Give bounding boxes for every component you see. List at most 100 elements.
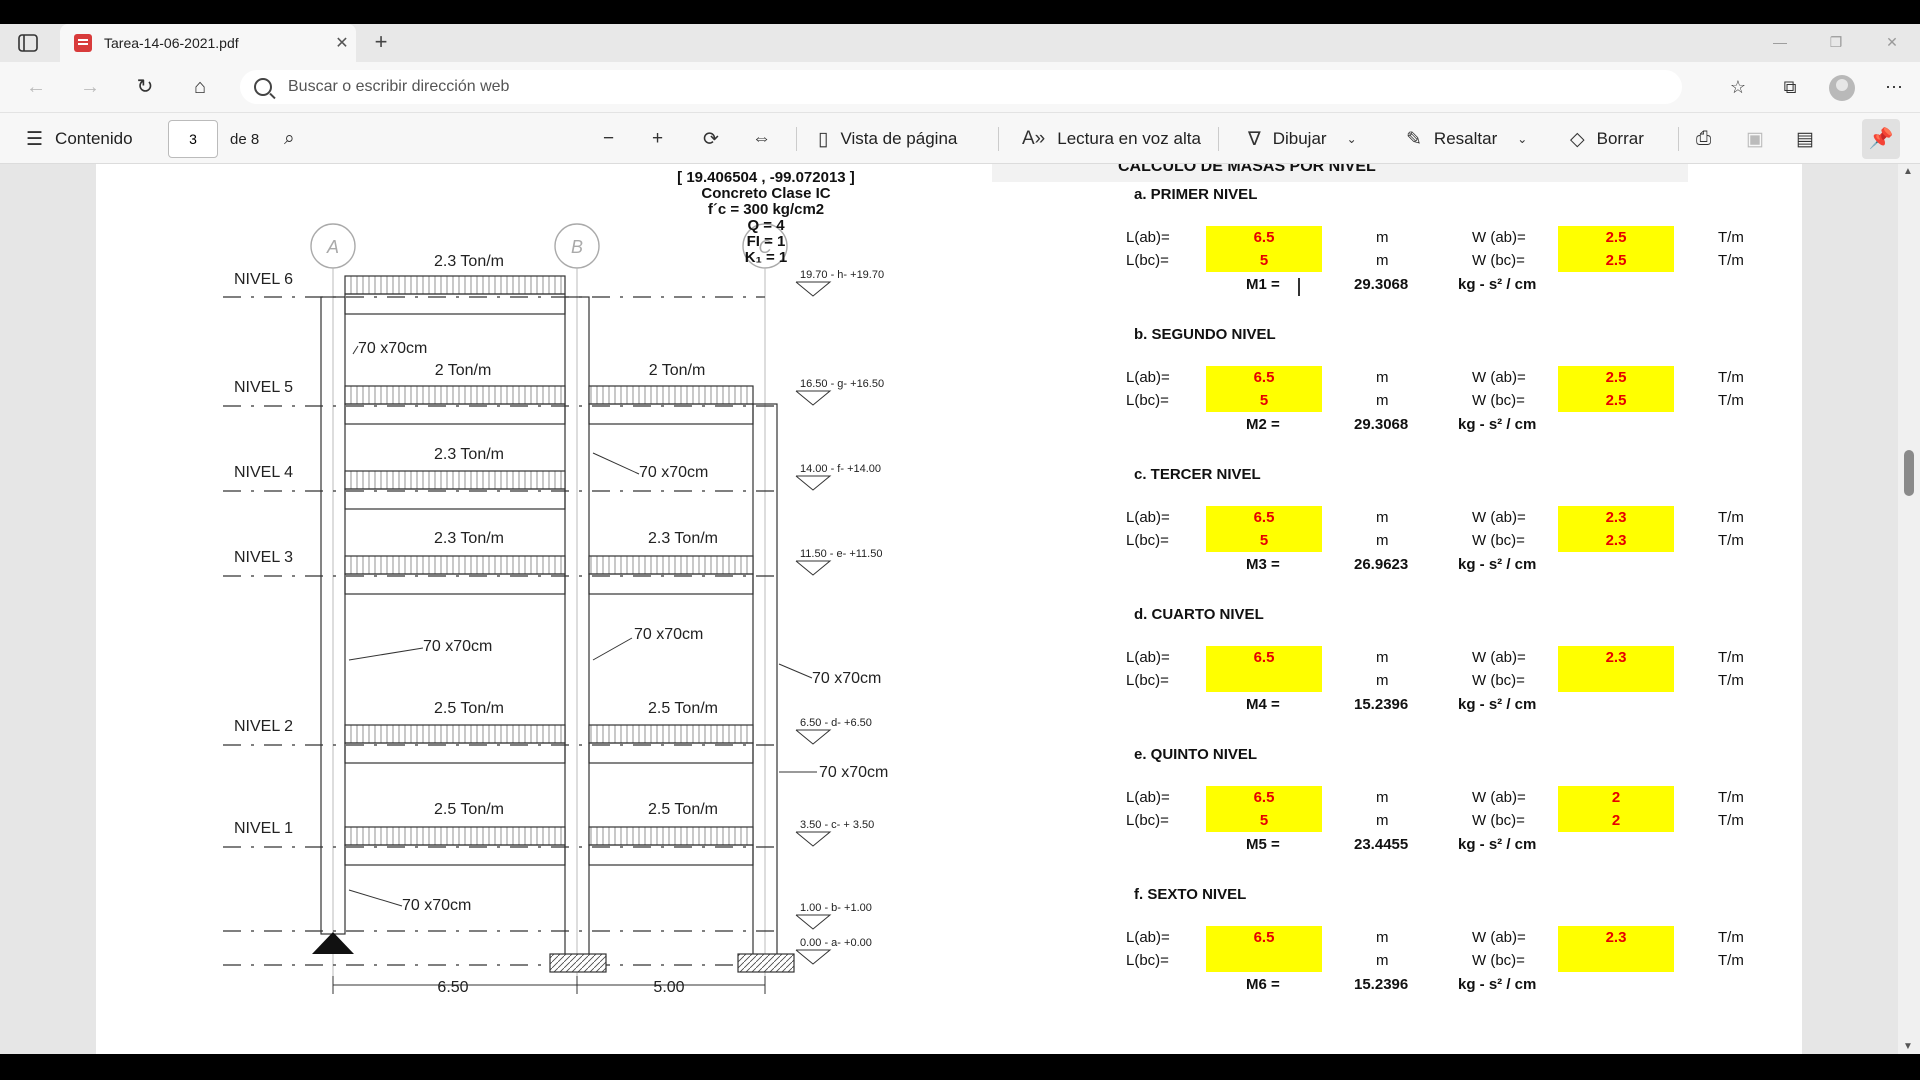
zoom-in-button[interactable]: +: [652, 113, 675, 165]
address-bar[interactable]: [240, 70, 1682, 104]
collections-icon[interactable]: ⧉: [1764, 74, 1816, 100]
address-input[interactable]: [288, 78, 1188, 96]
mass-value: 29.3068: [1354, 276, 1409, 293]
unit-tm: T/m: [1718, 532, 1744, 549]
structural-frame-drawing: A B C 6.50 5.00 NIVEL 6 NIVEL 5 NIVEL 4 …: [223, 223, 888, 996]
back-icon[interactable]: ←: [22, 74, 50, 100]
unit-m: m: [1376, 649, 1389, 666]
level-title: c. TERCER NIVEL: [1134, 466, 1261, 483]
unit-tm: T/m: [1718, 672, 1744, 689]
fit-width-button[interactable]: ⇔: [752, 113, 783, 165]
unit-m: m: [1376, 509, 1389, 526]
home-icon[interactable]: ⌂: [186, 74, 214, 100]
refresh-icon[interactable]: ↻: [131, 74, 159, 100]
section-label: 70 x70cm: [402, 897, 471, 914]
lab-label: L(ab)=: [1126, 929, 1170, 946]
load-block-3-bc: [588, 555, 754, 575]
contents-button[interactable]: ☰ Contenido: [26, 113, 133, 165]
mass-unit: kg - s² / cm: [1458, 556, 1537, 573]
chevron-down-icon[interactable]: ⌄: [1347, 132, 1357, 146]
lbc-label: L(bc)=: [1126, 392, 1169, 409]
rotate-button[interactable]: ⟳: [703, 113, 731, 165]
load-block-3-ab: [344, 555, 566, 575]
draw-button[interactable]: ∇ Dibujar ⌄: [1248, 113, 1369, 165]
lab-label: L(ab)=: [1126, 649, 1170, 666]
mass-value: 15.2396: [1354, 976, 1409, 993]
highlight-button[interactable]: ✎ Resaltar ⌄: [1406, 113, 1539, 165]
lbc-value: 5: [1259, 252, 1269, 269]
print-button[interactable]: ⎙: [1696, 113, 1723, 165]
zoom-out-button[interactable]: −: [603, 113, 626, 165]
unit-tm: T/m: [1718, 229, 1744, 246]
wbc-label: W (bc)=: [1472, 252, 1525, 269]
load-block-5-bc: [588, 385, 754, 405]
load-label-2-bc: 2.5 Ton/m: [648, 700, 718, 717]
scrollbar-thumb[interactable]: [1904, 450, 1914, 496]
elevation-label: 16.50 - g- +16.50: [800, 378, 884, 390]
scroll-up-icon[interactable]: ▲: [1903, 166, 1913, 177]
lbc-label: L(bc)=: [1126, 812, 1169, 829]
page-view-button[interactable]: ▯ Vista de página: [818, 113, 957, 165]
tab-active[interactable]: Tarea-14-06-2021.pdf ✕: [60, 24, 356, 62]
pin-toolbar-button[interactable]: 📌: [1862, 119, 1900, 159]
coordinates-text: [ 19.406504 , -99.072013 ]: [677, 169, 855, 186]
favorites-icon[interactable]: ☆: [1712, 74, 1764, 100]
save-icon: ▣: [1746, 128, 1764, 150]
forward-icon[interactable]: →: [76, 74, 104, 100]
page-number-input[interactable]: [168, 120, 218, 158]
document-viewer[interactable]: A B C 6.50 5.00 NIVEL 6 NIVEL 5 NIVEL 4 …: [0, 164, 1920, 1054]
elevation-marker-icon: [795, 560, 832, 576]
section-label: 70 x70cm: [634, 626, 703, 643]
lab-label: L(ab)=: [1126, 369, 1170, 386]
elevation-label: 3.50 - c- + 3.50: [800, 819, 874, 831]
elevation-marker-icon: [795, 390, 832, 406]
wbc-value: 2.5: [1605, 392, 1627, 409]
find-button[interactable]: ⌕: [284, 113, 307, 165]
callout-leader: [592, 637, 633, 661]
pin-icon: 📌: [1868, 128, 1894, 150]
profile-avatar[interactable]: [1816, 74, 1868, 102]
k1-text: K₁ = 1: [744, 249, 788, 266]
restore-icon[interactable]: ❐: [1808, 24, 1864, 62]
tab-bar: Tarea-14-06-2021.pdf ✕ + — ❐ ✕: [0, 24, 1920, 62]
minimize-icon[interactable]: —: [1752, 24, 1808, 62]
axis-label-a: A: [326, 237, 339, 257]
browser-actions: ☆ ⧉ ⋯: [1712, 74, 1920, 102]
unit-m: m: [1376, 532, 1389, 549]
mass-value: 23.4455: [1354, 836, 1409, 853]
section-label: 70 x70cm: [812, 670, 881, 687]
highlight-icon: ✎: [1406, 128, 1422, 150]
read-aloud-button[interactable]: A» Lectura en voz alta: [1022, 113, 1201, 165]
pdf-file-icon: [74, 34, 92, 52]
tab-close-icon[interactable]: ✕: [328, 33, 356, 53]
divider: [1218, 127, 1219, 151]
pin-support-icon: [312, 932, 354, 954]
more-icon[interactable]: ⋯: [1868, 74, 1920, 100]
load-label-5-ab: 2 Ton/m: [435, 362, 492, 379]
browser-window: Tarea-14-06-2021.pdf ✕ + — ❐ ✕ ← → ↻ ⌂ ☆…: [0, 24, 1920, 1054]
eraser-icon: ◇: [1570, 128, 1585, 150]
vertical-scrollbar[interactable]: ▲ ▼: [1898, 164, 1920, 1054]
chevron-down-icon[interactable]: ⌄: [1517, 132, 1527, 146]
section-label: 70 x70cm: [819, 764, 888, 781]
save-as-button[interactable]: ▤: [1796, 113, 1826, 165]
load-label-3-bc: 2.3 Ton/m: [648, 530, 718, 547]
mass-label: M3 =: [1246, 556, 1280, 573]
level-label-6: NIVEL 6: [234, 271, 293, 288]
save-button[interactable]: ▣: [1746, 113, 1776, 165]
new-tab-button[interactable]: +: [368, 30, 394, 56]
footing-b: [549, 953, 607, 973]
unit-m: m: [1376, 392, 1389, 409]
draw-icon: ∇: [1248, 128, 1261, 150]
level-label-2: NIVEL 2: [234, 718, 293, 735]
lbc-value: 5: [1259, 532, 1269, 549]
close-window-icon[interactable]: ✕: [1864, 24, 1920, 62]
section-label: 70 x70cm: [358, 340, 427, 357]
erase-button[interactable]: ◇ Borrar: [1570, 113, 1644, 165]
mass-label: M5 =: [1246, 836, 1280, 853]
save-as-icon: ▤: [1796, 128, 1814, 150]
unit-m: m: [1376, 252, 1389, 269]
scroll-down-icon[interactable]: ▼: [1903, 1041, 1913, 1052]
beam-1-ab: [344, 844, 566, 866]
tab-actions-icon[interactable]: [18, 34, 38, 52]
